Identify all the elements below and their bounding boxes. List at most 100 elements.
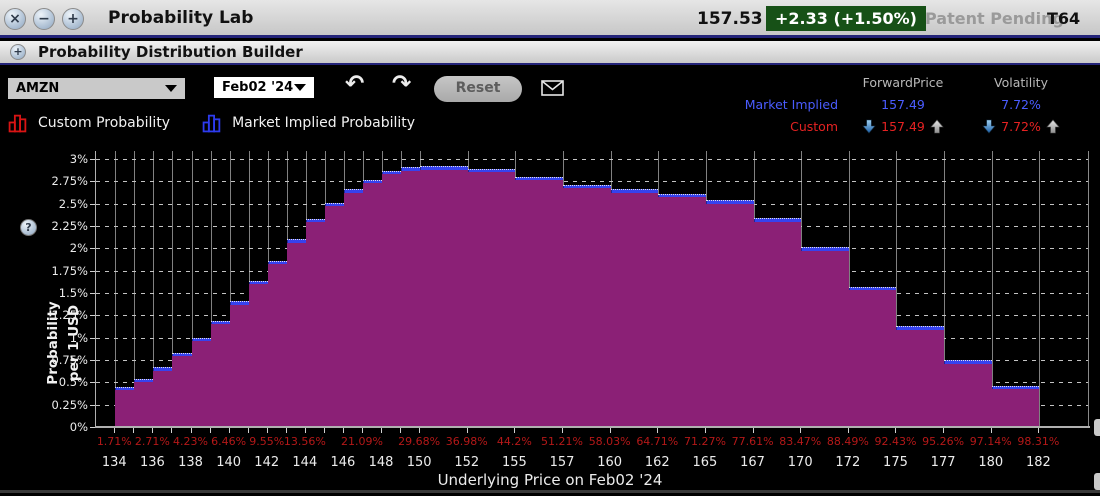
page-title: Probability Distribution Builder (38, 43, 303, 61)
prob-bar-custom[interactable] (172, 356, 192, 427)
volatility-decrease-arrow-icon[interactable] (982, 119, 996, 134)
undo-icon[interactable]: ↶ (345, 73, 364, 96)
y-tick (90, 337, 95, 339)
x-tick (342, 428, 344, 433)
panel-header: + Probability Distribution Builder (0, 41, 1100, 65)
prob-bar-custom[interactable] (420, 169, 468, 427)
y-tick-label: 2% (69, 241, 88, 256)
prob-bar[interactable] (801, 247, 849, 427)
expand-button[interactable]: + (10, 44, 26, 60)
prob-bar-custom[interactable] (991, 389, 1040, 427)
prob-bar-custom[interactable] (944, 363, 992, 427)
symbol-dropdown[interactable]: AMZN (8, 78, 185, 99)
expiry-dropdown-value: Feb02 '24 (222, 80, 294, 95)
prob-bar-custom[interactable] (134, 382, 154, 427)
prob-bar[interactable] (848, 286, 897, 427)
prob-bar-custom[interactable] (563, 188, 611, 427)
prob-bar[interactable] (991, 385, 1040, 427)
forward-decrease-arrow-icon[interactable] (862, 119, 876, 134)
prob-bar[interactable] (563, 184, 611, 427)
market-implied-label: Market Implied (744, 96, 838, 112)
y-tick-label: 1.75% (51, 263, 88, 278)
forward-increase-arrow-icon[interactable] (930, 119, 944, 134)
prob-bar[interactable] (362, 179, 383, 427)
email-icon[interactable] (541, 80, 564, 100)
prob-bar-custom[interactable] (515, 180, 564, 427)
prob-bar-custom[interactable] (343, 192, 363, 427)
prob-bar[interactable] (467, 168, 516, 427)
prob-bar[interactable] (286, 239, 306, 427)
prob-bar-custom[interactable] (848, 290, 897, 427)
x-tick (895, 428, 897, 433)
prob-bar[interactable] (420, 166, 468, 427)
prob-bar[interactable] (401, 167, 421, 427)
right-edge-tab[interactable] (1094, 419, 1100, 436)
y-tick-label: 2.75% (51, 174, 88, 189)
forward-price-header: ForwardPrice (862, 74, 944, 90)
window-title: Probability Lab (108, 8, 254, 28)
prob-bar[interactable] (343, 189, 363, 427)
right-edge-tab[interactable] (1094, 473, 1100, 490)
prob-bar[interactable] (610, 189, 659, 427)
prob-bar[interactable] (115, 386, 135, 427)
x-tick (209, 428, 211, 433)
prob-bar[interactable] (382, 170, 402, 427)
prob-bar[interactable] (267, 260, 287, 427)
prob-bar[interactable] (305, 218, 325, 427)
prob-bar[interactable] (896, 326, 945, 427)
chevron-down-icon (165, 85, 177, 92)
reset-button[interactable]: Reset (434, 76, 522, 102)
x-tick (323, 428, 325, 433)
prob-bar-custom[interactable] (610, 192, 659, 427)
volatility-header: Volatility (994, 74, 1048, 90)
prob-bar-custom[interactable] (115, 390, 135, 427)
probability-chart: ? Probability per 1 USD Underlying Price… (0, 151, 1100, 496)
prob-bar-custom[interactable] (191, 341, 211, 427)
y-tick (90, 315, 95, 317)
minimize-button[interactable]: − (33, 8, 55, 30)
close-button[interactable]: × (4, 8, 26, 30)
y-tick-label: 0% (69, 420, 88, 434)
prob-bar[interactable] (134, 378, 154, 427)
prob-bar[interactable] (172, 352, 192, 427)
prob-bar-custom[interactable] (801, 251, 849, 427)
prob-bar-custom[interactable] (658, 197, 706, 427)
prob-bar[interactable] (191, 337, 211, 427)
prob-bar-custom[interactable] (382, 174, 402, 427)
prob-bar-custom[interactable] (305, 222, 325, 427)
prob-bar[interactable] (944, 360, 992, 427)
y-tick-label: 1.25% (51, 308, 88, 323)
prob-bar[interactable] (753, 217, 802, 427)
prob-bar-custom[interactable] (753, 221, 802, 427)
prob-bar-custom[interactable] (210, 324, 230, 427)
redo-icon[interactable]: ↷ (392, 73, 411, 96)
prob-bar-custom[interactable] (705, 203, 754, 427)
prob-bar-custom[interactable] (229, 304, 249, 427)
y-tick (90, 382, 95, 384)
prob-bar-custom[interactable] (248, 284, 268, 427)
prob-bar[interactable] (515, 176, 564, 427)
maximize-button[interactable]: + (62, 8, 84, 30)
y-tick (90, 181, 95, 183)
expiry-dropdown[interactable]: Feb02 '24 (214, 77, 314, 98)
prob-bar-custom[interactable] (267, 264, 287, 427)
prob-bar[interactable] (229, 301, 249, 427)
prob-bar[interactable] (210, 320, 230, 427)
y-tick (90, 159, 95, 160)
gridline-horizontal (96, 181, 1088, 183)
prob-bar[interactable] (658, 193, 706, 427)
prob-bar[interactable] (248, 280, 268, 427)
prob-bar-custom[interactable] (153, 370, 173, 427)
prob-bar[interactable] (324, 202, 344, 427)
price-change-badge: +2.33 (+1.50%) (766, 6, 926, 31)
volatility-increase-arrow-icon[interactable] (1046, 119, 1060, 134)
prob-bar-custom[interactable] (362, 183, 383, 427)
prob-bar-custom[interactable] (401, 170, 421, 427)
prob-bar[interactable] (153, 367, 173, 427)
prob-bar-custom[interactable] (896, 329, 945, 427)
prob-bar-custom[interactable] (467, 172, 516, 427)
prob-bar-custom[interactable] (286, 242, 306, 427)
cumulative-probability-label: 98.31% (1017, 435, 1060, 448)
prob-bar-custom[interactable] (324, 206, 344, 427)
prob-bar[interactable] (705, 200, 754, 427)
